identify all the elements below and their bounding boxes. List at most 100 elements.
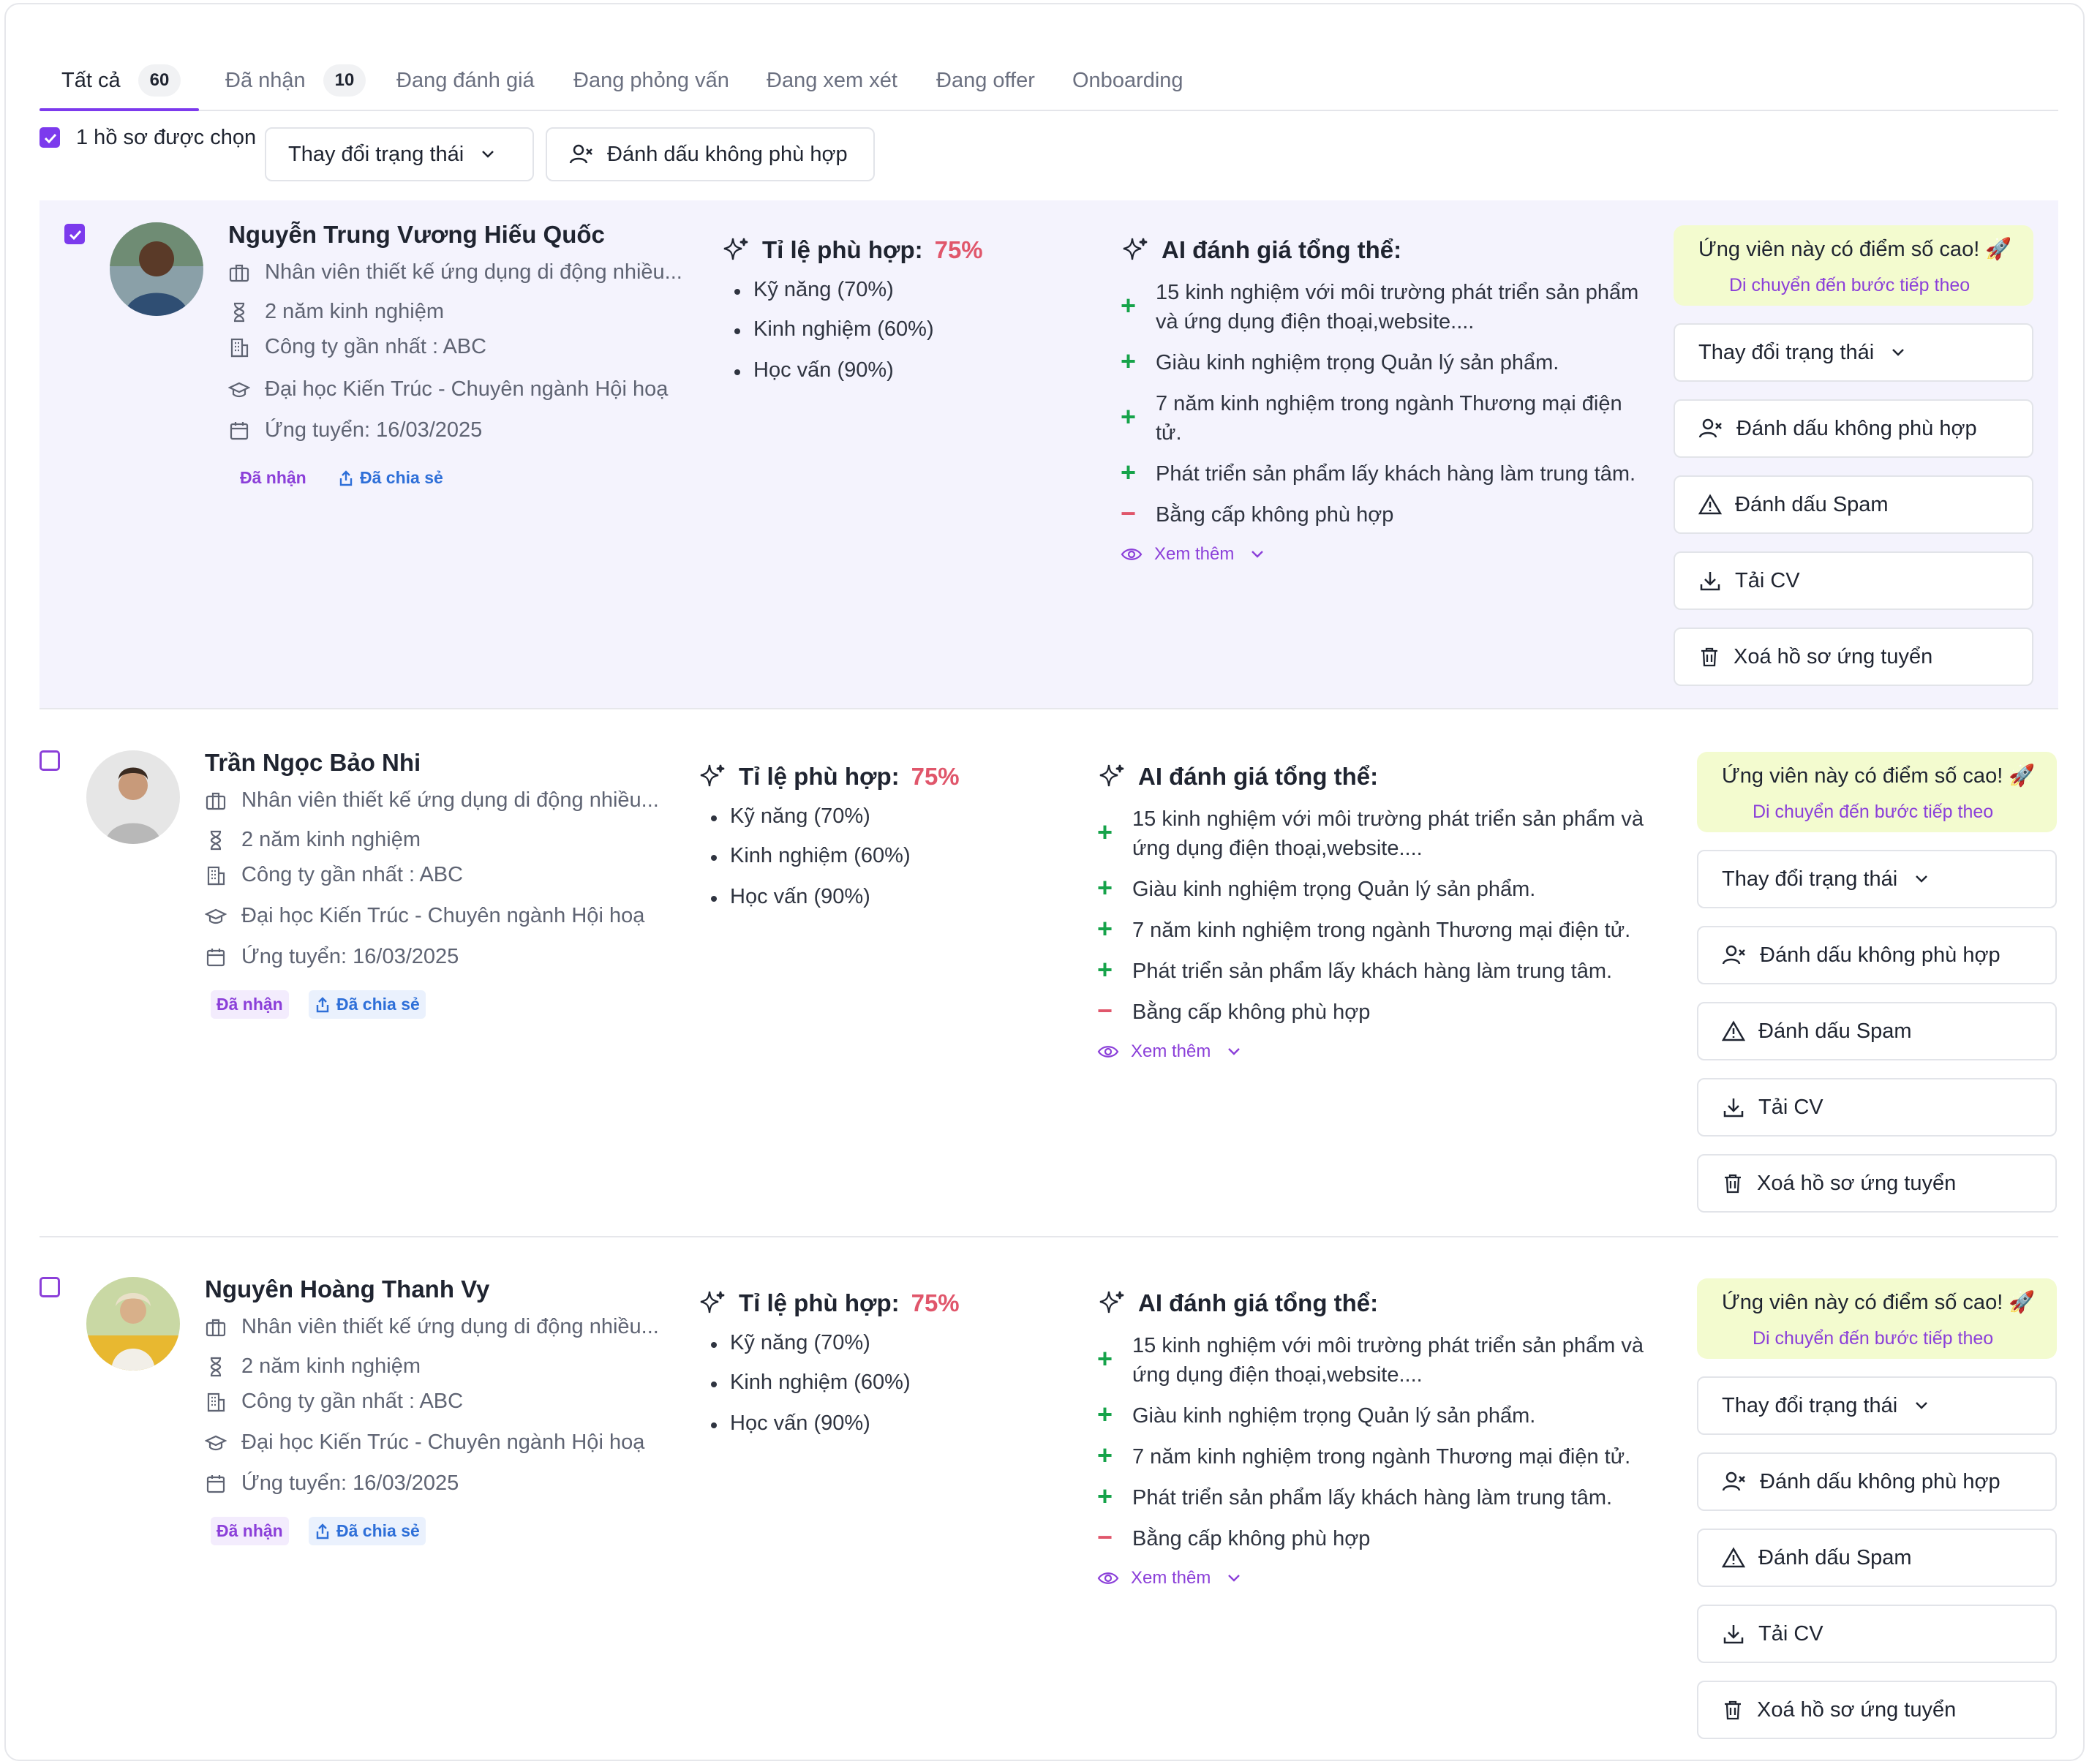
warning-icon: [1722, 1020, 1745, 1041]
avatar[interactable]: [86, 750, 180, 844]
candidate-name[interactable]: Trần Ngọc Bảo Nhi: [205, 749, 421, 777]
download-cv-button[interactable]: Tải CV: [1697, 1605, 2057, 1663]
bulk-mark-unfit-button[interactable]: Đánh dấu không phù hợp: [546, 127, 875, 181]
change-status-button[interactable]: Thay đổi trạng thái: [1674, 323, 2033, 382]
mark-unfit-button[interactable]: Đánh dấu không phù hợp: [1697, 926, 2057, 984]
graduation-cap-icon: [205, 908, 227, 924]
status-badge-shared: Đã chia sẻ: [309, 990, 426, 1019]
ai-point: 15 kinh nghiệm với môi trường phát triển…: [1132, 807, 1644, 860]
building-icon: [207, 866, 225, 885]
badge-label: Đã chia sẻ: [336, 1521, 420, 1540]
company-text: Công ty gần nhất : ABC: [265, 335, 487, 358]
mark-unfit-button[interactable]: Đánh dấu không phù hợp: [1697, 1452, 2057, 1511]
experience-info: 2 năm kinh nghiệm: [228, 300, 444, 324]
see-more-link[interactable]: Xem thêm: [1097, 1041, 1241, 1062]
download-icon: [1723, 1098, 1744, 1117]
ai-point: 15 kinh nghiệm với môi trường phát triển…: [1156, 281, 1639, 333]
hourglass-icon: [210, 1357, 222, 1376]
ai-point: Phát triển sản phẩm lấy khách hàng làm t…: [1132, 1486, 1613, 1509]
applied-date-text: Ứng tuyển: 16/03/2025: [265, 418, 483, 442]
button-label: Đánh dấu Spam: [1735, 492, 1889, 516]
avatar[interactable]: [86, 1277, 180, 1371]
position-text: Nhân viên thiết kế ứng dụng di động nhiề…: [241, 1315, 659, 1338]
ai-point: Bằng cấp không phù hợp: [1132, 1527, 1371, 1550]
status-badge-shared: Đã chia sẻ: [332, 464, 449, 492]
tab-all[interactable]: Tất cả 60: [61, 59, 181, 102]
button-label: Đánh dấu Spam: [1758, 1545, 1912, 1569]
tab-evaluating[interactable]: Đang đánh giá: [396, 59, 535, 102]
candidate-name[interactable]: Nguyễn Trung Vương Hiếu Quốc: [228, 221, 605, 249]
ai-assessment-title: AI đánh giá tổng thể:: [1097, 1289, 1378, 1318]
download-cv-button[interactable]: Tải CV: [1697, 1078, 2057, 1137]
bulk-change-status-button[interactable]: Thay đổi trạng thái: [265, 127, 534, 181]
high-score-banner: Ứng viên này có điểm số cao! 🚀 Di chuyển…: [1697, 752, 2057, 832]
status-badge-shared: Đã chia sẻ: [309, 1517, 426, 1545]
match-rate-title: Tỉ lệ phù hợp: 75%: [698, 762, 960, 791]
row-divider: [39, 1236, 2058, 1237]
button-label: Đánh dấu không phù hợp: [1736, 416, 1977, 440]
delete-application-button[interactable]: Xoá hồ sơ ứng tuyển: [1674, 627, 2033, 686]
education-info: Đại học Kiến Trúc - Chuyên ngành Hội hoạ: [205, 904, 644, 928]
match-title-text: Tỉ lệ phù hợp:: [739, 763, 900, 790]
delete-application-button[interactable]: Xoá hồ sơ ứng tuyển: [1697, 1154, 2057, 1213]
match-item: Học vấn (90%): [711, 1411, 870, 1435]
download-cv-button[interactable]: Tải CV: [1674, 551, 2033, 610]
high-score-text: Ứng viên này có điểm số cao! 🚀: [1722, 1291, 2036, 1314]
sparkle-icon: [1123, 238, 1148, 260]
next-step-link[interactable]: Di chuyển đến bước tiếp theo: [1753, 1328, 1993, 1349]
building-icon: [230, 338, 249, 357]
tab-offer[interactable]: Đang offer: [936, 59, 1035, 102]
delete-application-button[interactable]: Xoá hồ sơ ứng tuyển: [1697, 1681, 2057, 1739]
see-more-link[interactable]: Xem thêm: [1097, 1568, 1241, 1588]
tab-interviewing[interactable]: Đang phỏng vấn: [573, 59, 729, 102]
plus-icon: +: [1121, 457, 1137, 487]
briefcase-icon: [206, 1319, 226, 1336]
user-x-icon: [1698, 418, 1722, 438]
button-label: Thay đổi trạng thái: [288, 142, 464, 166]
match-item: Học vấn (90%): [734, 358, 894, 382]
avatar[interactable]: [110, 222, 203, 316]
tab-label: Đang offer: [936, 68, 1035, 92]
candidate-checkbox[interactable]: [39, 750, 60, 771]
tab-received[interactable]: Đã nhận 10: [225, 59, 366, 102]
plus-icon: +: [1097, 913, 1113, 943]
plus-icon: +: [1097, 954, 1113, 984]
experience-text: 2 năm kinh nghiệm: [265, 300, 445, 323]
experience-text: 2 năm kinh nghiệm: [241, 828, 421, 851]
candidate-checkbox[interactable]: [39, 1277, 60, 1297]
match-item: Kinh nghiệm (60%): [711, 1371, 911, 1394]
match-item: Kỹ năng (70%): [711, 1331, 870, 1354]
plus-icon: +: [1121, 290, 1137, 320]
ai-point: 15 kinh nghiệm với môi trường phát triển…: [1132, 1334, 1644, 1387]
change-status-button[interactable]: Thay đổi trạng thái: [1697, 1376, 2057, 1435]
applied-info: Ứng tuyển: 16/03/2025: [205, 945, 459, 969]
next-step-link[interactable]: Di chuyển đến bước tiếp theo: [1753, 802, 1993, 823]
match-percent: 75%: [911, 763, 960, 790]
change-status-button[interactable]: Thay đổi trạng thái: [1697, 850, 2057, 908]
mark-spam-button[interactable]: Đánh dấu Spam: [1674, 475, 2033, 534]
mark-spam-button[interactable]: Đánh dấu Spam: [1697, 1002, 2057, 1060]
tab-onboarding[interactable]: Onboarding: [1072, 59, 1183, 102]
select-all-checkbox[interactable]: [39, 127, 60, 148]
next-step-link[interactable]: Di chuyển đến bước tiếp theo: [1729, 275, 1970, 296]
mark-spam-button[interactable]: Đánh dấu Spam: [1697, 1529, 2057, 1587]
chevron-down-icon: [1228, 1575, 1241, 1582]
tab-reviewing[interactable]: Đang xem xét: [767, 59, 897, 102]
candidate-name[interactable]: Nguyên Hoàng Thanh Vy: [205, 1275, 489, 1303]
hourglass-icon: [210, 830, 222, 850]
trash-icon: [1725, 1700, 1741, 1720]
company-text: Công ty gần nhất : ABC: [241, 863, 464, 886]
ai-point: Phát triển sản phẩm lấy khách hàng làm t…: [1156, 462, 1636, 486]
ai-point: Giàu kinh nghiệm trọng Quản lý sản phẩm.: [1156, 351, 1559, 374]
plus-icon: +: [1097, 1481, 1113, 1511]
see-more-label: Xem thêm: [1131, 1041, 1211, 1061]
see-more-link[interactable]: Xem thêm: [1121, 544, 1265, 565]
button-label: Thay đổi trạng thái: [1698, 340, 1875, 364]
mark-unfit-button[interactable]: Đánh dấu không phù hợp: [1674, 399, 2033, 458]
minus-icon: −: [1097, 995, 1113, 1025]
position-info: Nhân viên thiết kế ứng dụng di động nhiề…: [205, 1315, 659, 1339]
ai-assessment-title: AI đánh giá tổng thể:: [1121, 235, 1401, 265]
row-divider: [39, 708, 2058, 709]
experience-info: 2 năm kinh nghiệm: [205, 1354, 421, 1379]
candidate-checkbox[interactable]: [64, 224, 85, 244]
